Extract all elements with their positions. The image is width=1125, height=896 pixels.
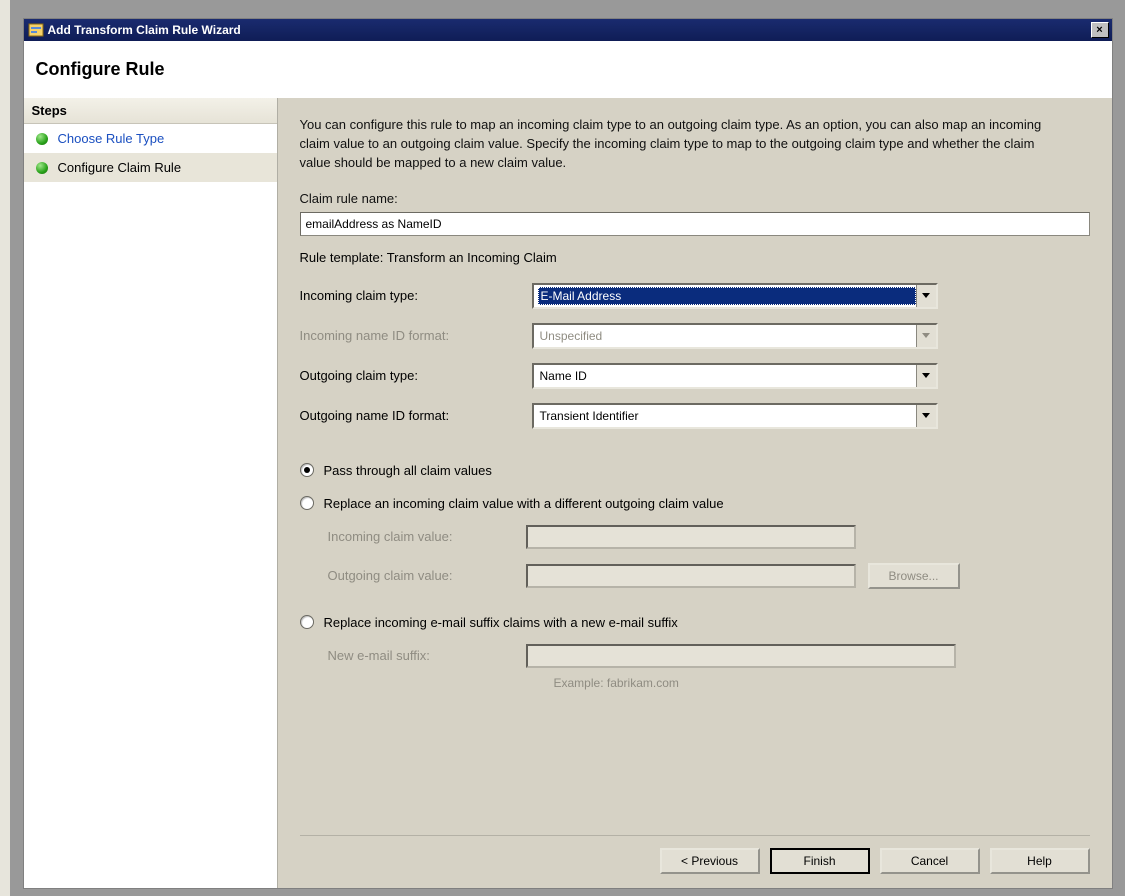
background-strip [0,0,10,896]
rule-template-label: Rule template: Transform an Incoming Cla… [300,250,1090,265]
help-button[interactable]: Help [990,848,1090,874]
radio-icon [300,496,314,510]
dropdown-value: E-Mail Address [538,287,916,305]
chevron-down-icon [916,285,936,307]
step-bullet-icon [36,133,48,145]
outgoing-claim-type-label: Outgoing claim type: [300,368,532,383]
browse-button: Browse... [868,563,960,589]
outgoing-nameid-format-dropdown[interactable]: Transient Identifier [532,403,938,429]
button-bar: < Previous Finish Cancel Help [300,835,1090,874]
finish-button[interactable]: Finish [770,848,870,874]
incoming-claim-value-input [526,525,856,549]
dropdown-value: Transient Identifier [538,408,916,424]
new-email-suffix-label: New e-mail suffix: [328,648,526,663]
wizard-window: Add Transform Claim Rule Wizard × Config… [23,18,1113,889]
window-title: Add Transform Claim Rule Wizard [48,23,1091,37]
step-configure-claim-rule[interactable]: Configure Claim Rule [24,153,277,182]
incoming-claim-type-dropdown[interactable]: E-Mail Address [532,283,938,309]
content: Steps Choose Rule Type Configure Claim R… [24,98,1112,888]
chevron-down-icon [916,365,936,387]
titlebar: Add Transform Claim Rule Wizard × [24,19,1112,41]
outgoing-claim-value-label: Outgoing claim value: [328,568,526,583]
step-choose-rule-type[interactable]: Choose Rule Type [24,124,277,153]
previous-button[interactable]: < Previous [660,848,760,874]
incoming-claim-value-label: Incoming claim value: [328,529,526,544]
main-panel: You can configure this rule to map an in… [278,98,1112,888]
step-bullet-icon [36,162,48,174]
cancel-button[interactable]: Cancel [880,848,980,874]
claim-rule-name-label: Claim rule name: [300,191,1090,206]
page-title: Configure Rule [36,59,1092,80]
outgoing-claim-type-dropdown[interactable]: Name ID [532,363,938,389]
close-button[interactable]: × [1091,22,1109,38]
outgoing-nameid-format-label: Outgoing name ID format: [300,408,532,423]
chevron-down-icon [916,405,936,427]
app-icon [28,22,44,38]
step-label: Choose Rule Type [58,131,165,146]
dropdown-value: Name ID [538,368,916,384]
steps-header: Steps [24,98,277,124]
incoming-claim-type-label: Incoming claim type: [300,288,532,303]
example-hint: Example: fabrikam.com [554,676,1090,690]
radio-icon [300,463,314,477]
radio-label: Replace an incoming claim value with a d… [324,496,724,511]
claim-rule-name-input[interactable] [300,212,1090,236]
radio-replace-value[interactable]: Replace an incoming claim value with a d… [300,496,1090,511]
step-label: Configure Claim Rule [58,160,182,175]
dropdown-value: Unspecified [538,328,916,344]
radio-pass-through[interactable]: Pass through all claim values [300,463,1090,478]
radio-replace-suffix[interactable]: Replace incoming e-mail suffix claims wi… [300,615,1090,630]
chevron-down-icon [916,325,936,347]
description-text: You can configure this rule to map an in… [300,116,1060,173]
steps-sidebar: Steps Choose Rule Type Configure Claim R… [24,98,278,888]
page-header: Configure Rule [24,41,1112,98]
outgoing-claim-value-input [526,564,856,588]
new-email-suffix-input [526,644,956,668]
incoming-nameid-format-dropdown: Unspecified [532,323,938,349]
radio-icon [300,615,314,629]
radio-label: Replace incoming e-mail suffix claims wi… [324,615,678,630]
radio-label: Pass through all claim values [324,463,492,478]
incoming-nameid-format-label: Incoming name ID format: [300,328,532,343]
